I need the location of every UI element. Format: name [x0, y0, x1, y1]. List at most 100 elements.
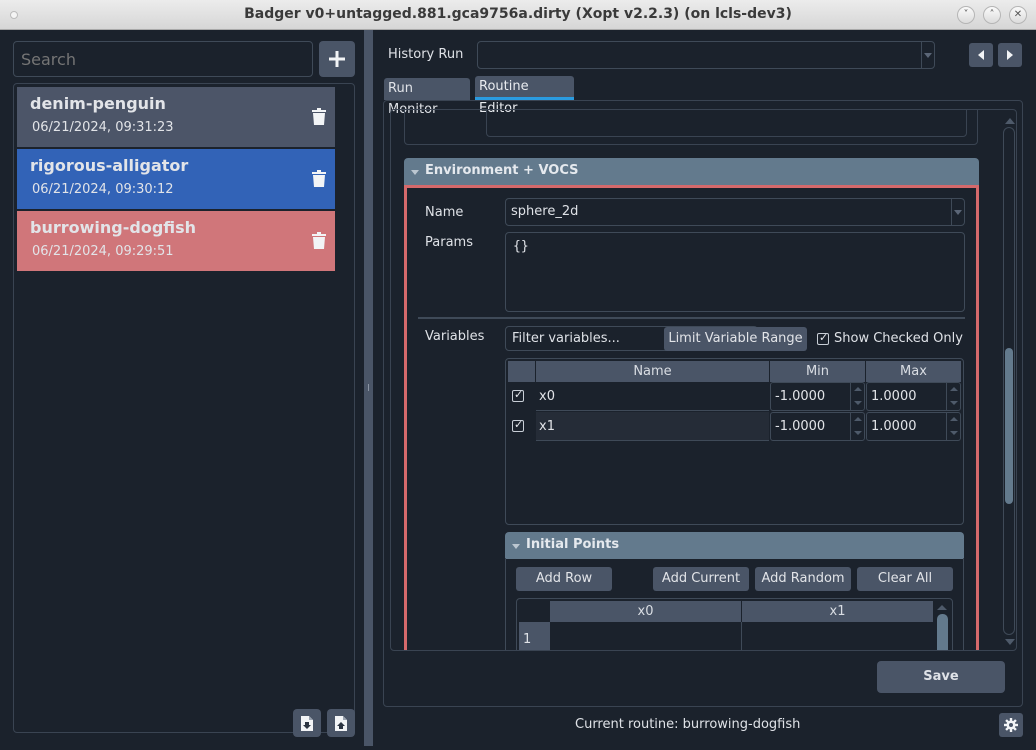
row-header[interactable]: 1 [519, 622, 550, 650]
routine-item[interactable]: burrowing-dogfish 06/21/2024, 09:29:51 [17, 211, 335, 271]
initial-points-section-header[interactable]: Initial Points [505, 532, 964, 559]
add-random-button[interactable]: Add Random [755, 567, 851, 591]
window-title: Badger v0+untagged.881.gca9756a.dirty (X… [244, 6, 792, 22]
trash-icon[interactable] [312, 108, 326, 125]
params-label: Params [425, 235, 473, 250]
routine-item[interactable]: denim-penguin 06/21/2024, 09:31:23 [17, 87, 335, 147]
env-name-value: sphere_2d [511, 204, 579, 219]
scroll-up-icon[interactable] [937, 605, 947, 610]
export-file-icon [335, 715, 347, 731]
column-header-x1[interactable]: x1 [742, 601, 933, 622]
arrow-left-icon [978, 50, 984, 60]
save-button[interactable]: Save [877, 661, 1005, 693]
settings-button[interactable] [999, 713, 1023, 737]
plus-icon [329, 51, 345, 67]
gear-icon [1004, 718, 1018, 732]
column-header-x0[interactable]: x0 [550, 601, 741, 622]
spin-down-icon [950, 431, 958, 435]
trash-icon[interactable] [312, 232, 326, 249]
checkmark-icon: ✓ [514, 388, 524, 401]
spin-buttons[interactable] [850, 413, 864, 440]
import-file-icon [301, 715, 313, 731]
limit-variable-range-button[interactable]: Limit Variable Range [664, 327, 807, 351]
spin-buttons[interactable] [850, 383, 864, 410]
add-routine-button[interactable] [319, 41, 355, 77]
search-input[interactable] [13, 41, 313, 77]
variable-min-value: -1.0000 [775, 419, 826, 434]
history-prev-button[interactable] [969, 43, 993, 67]
spin-buttons[interactable] [946, 413, 960, 440]
scrollbar-thumb[interactable] [1005, 348, 1013, 504]
history-run-label: History Run [388, 47, 464, 62]
routine-editor-panel: Environment + VOCS Name sphere_2d Params… [383, 100, 1023, 707]
history-next-button[interactable] [998, 43, 1022, 67]
show-checked-only-checkbox[interactable]: ✓ [817, 331, 829, 345]
variables-label: Variables [425, 329, 485, 344]
variable-max-spinbox[interactable]: 1.0000 [866, 412, 961, 441]
scrollbar-track[interactable] [1003, 127, 1015, 635]
current-routine-status: Current routine: burrowing-dogfish [575, 717, 801, 732]
initial-points-body: Add Row Add Current Add Random Clear All… [505, 558, 964, 650]
import-routine-button[interactable] [293, 709, 321, 737]
routine-sidebar: denim-penguin 06/21/2024, 09:31:23 rigor… [0, 30, 363, 750]
spin-buttons[interactable] [946, 383, 960, 410]
main-panel: History Run Run Monitor Routine Editor E… [373, 30, 1036, 750]
tab-routine-editor[interactable]: Routine Editor [475, 76, 574, 116]
show-checked-only-label: Show Checked Only [834, 331, 963, 346]
trash-icon[interactable] [312, 170, 326, 187]
history-run-combobox[interactable] [477, 41, 935, 69]
variable-max-spinbox[interactable]: 1.0000 [866, 382, 961, 411]
collapse-triangle-icon [512, 544, 520, 549]
routine-list: denim-penguin 06/21/2024, 09:31:23 rigor… [13, 83, 355, 733]
splitter-grip [368, 384, 369, 391]
variable-max-value: 1.0000 [871, 389, 917, 404]
column-header-check [508, 361, 535, 382]
column-header-min[interactable]: Min [770, 361, 865, 382]
table-scrollbar-thumb[interactable] [937, 614, 948, 650]
window-titlebar: Badger v0+untagged.881.gca9756a.dirty (X… [0, 0, 1036, 30]
collapse-triangle-icon [411, 170, 419, 175]
params-editor[interactable]: {} [505, 232, 965, 312]
routine-name: burrowing-dogfish [30, 218, 197, 237]
checkmark-icon: ✓ [819, 331, 829, 344]
environment-section-header[interactable]: Environment + VOCS [404, 158, 979, 185]
variable-checkbox[interactable]: ✓ [512, 388, 524, 402]
spin-down-icon [854, 431, 862, 435]
panel-splitter[interactable] [364, 30, 373, 746]
column-header-name[interactable]: Name [536, 361, 769, 382]
maximize-button[interactable]: ˄ [983, 6, 1001, 24]
add-current-button[interactable]: Add Current [653, 567, 749, 591]
divider [418, 317, 965, 319]
previous-section-field [486, 110, 967, 137]
close-button[interactable]: ✕ [1009, 6, 1027, 24]
initial-points-title: Initial Points [526, 537, 620, 552]
checkmark-icon: ✓ [514, 418, 524, 431]
variable-checkbox[interactable]: ✓ [512, 418, 524, 432]
variable-min-spinbox[interactable]: -1.0000 [770, 382, 865, 411]
variable-min-spinbox[interactable]: -1.0000 [770, 412, 865, 441]
initial-points-table: x0 x1 1 [516, 598, 953, 650]
routine-item[interactable]: rigorous-alligator 06/21/2024, 09:30:12 [17, 149, 335, 209]
scroll-down-icon[interactable] [1005, 639, 1015, 645]
column-divider [741, 622, 742, 650]
tab-run-monitor[interactable]: Run Monitor [384, 78, 470, 117]
scroll-up-icon[interactable] [1005, 118, 1015, 124]
combo-separator [951, 199, 952, 225]
minimize-button[interactable]: ˅ [957, 6, 975, 24]
env-name-combobox[interactable]: sphere_2d [505, 198, 965, 226]
add-row-button[interactable]: Add Row [516, 567, 612, 591]
chevron-down-icon [924, 53, 932, 58]
clear-all-button[interactable]: Clear All [857, 567, 953, 591]
spin-down-icon [950, 401, 958, 405]
routine-timestamp: 06/21/2024, 09:31:23 [32, 120, 174, 135]
column-header-max[interactable]: Max [866, 361, 961, 382]
env-name-label: Name [425, 205, 464, 220]
routine-timestamp: 06/21/2024, 09:30:12 [32, 182, 174, 197]
export-routine-button[interactable] [327, 709, 355, 737]
variable-max-value: 1.0000 [871, 419, 917, 434]
spin-up-icon [950, 417, 958, 421]
routine-timestamp: 06/21/2024, 09:29:51 [32, 244, 174, 259]
environment-section-body: Name sphere_2d Params {} Variables Filte… [404, 185, 979, 650]
editor-vertical-scrollbar[interactable] [1003, 118, 1015, 648]
environment-section-title: Environment + VOCS [425, 163, 579, 178]
